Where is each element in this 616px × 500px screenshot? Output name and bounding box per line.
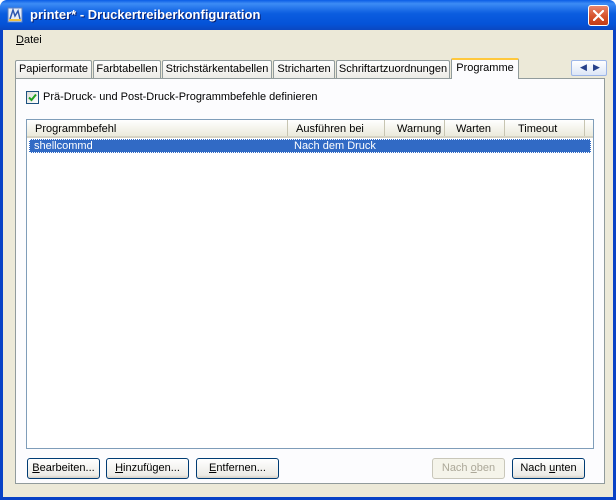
programme-panel: Prä-Druck- und Post-Druck-Programmbefehl… xyxy=(15,78,605,484)
printer-app-icon xyxy=(7,7,23,23)
column-ausfuehren-bei[interactable]: Ausführen bei xyxy=(288,120,385,136)
close-button[interactable] xyxy=(588,5,609,26)
scroll-left-icon[interactable]: ◀ xyxy=(580,62,587,73)
move-up-button[interactable]: Nach oben xyxy=(432,458,505,479)
remove-button[interactable]: Entfernen... xyxy=(196,458,279,479)
printer-config-window: printer* - Druckertreiberkonfiguration D… xyxy=(0,0,616,500)
title-bar[interactable]: printer* - Druckertreiberkonfiguration xyxy=(0,0,616,30)
tab-strip: Papierformate Farbtabellen Strichstärken… xyxy=(15,58,607,79)
define-commands-checkbox[interactable] xyxy=(26,91,39,104)
scroll-right-icon[interactable]: ▶ xyxy=(593,62,600,73)
close-icon xyxy=(593,10,604,21)
tab-schriftartzuordnungen[interactable]: Schriftartzuordnungen xyxy=(336,60,450,78)
cell-command: shellcommd xyxy=(34,140,93,152)
menu-datei[interactable]: Datei xyxy=(16,32,42,48)
tab-programme[interactable]: Programme xyxy=(451,58,519,79)
column-warten[interactable]: Warten xyxy=(445,120,505,136)
menu-bar: Datei xyxy=(3,32,613,50)
checkmark-icon xyxy=(28,93,37,102)
define-commands-label: Prä-Druck- und Post-Druck-Programmbefehl… xyxy=(43,91,318,103)
window-title: printer* - Druckertreiberkonfiguration xyxy=(30,7,261,22)
cell-run-at: Nach dem Druck xyxy=(294,140,376,152)
tab-scroll-buttons: ◀ ▶ xyxy=(571,60,607,76)
program-commands-list[interactable]: Programmbefehl Ausführen bei Warnung War… xyxy=(26,119,594,449)
table-row[interactable]: shellcommd Nach dem Druck xyxy=(29,139,591,153)
add-button[interactable]: Hinzufügen... xyxy=(106,458,189,479)
move-down-button[interactable]: Nach unten xyxy=(512,458,585,479)
list-header: Programmbefehl Ausführen bei Warnung War… xyxy=(27,120,593,138)
edit-button[interactable]: Bearbeiten... xyxy=(27,458,100,479)
tab-stricharten[interactable]: Stricharten xyxy=(273,60,335,78)
tab-farbtabellen[interactable]: Farbtabellen xyxy=(93,60,161,78)
column-warnung[interactable]: Warnung xyxy=(385,120,445,136)
tab-papierformate[interactable]: Papierformate xyxy=(15,60,92,78)
column-timeout[interactable]: Timeout xyxy=(505,120,585,136)
column-programmbefehl[interactable]: Programmbefehl xyxy=(27,120,288,136)
tab-strichstaerkentabellen[interactable]: Strichstärkentabellen xyxy=(162,60,272,78)
